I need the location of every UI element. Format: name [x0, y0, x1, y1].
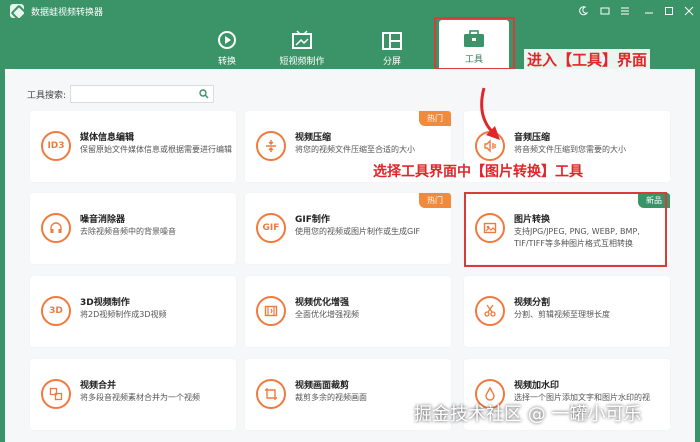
merge-icon: [41, 379, 71, 409]
tab-split-screen[interactable]: 分屏: [357, 22, 427, 70]
card-video-split[interactable]: 视频分割 分割、剪辑视频至理想长度: [464, 276, 670, 347]
gif-icon: GIF: [256, 213, 286, 243]
card-desc: 分割、剪辑视频至理想长度: [514, 310, 610, 319]
card-title: 媒体信息编辑: [80, 133, 135, 143]
crop-icon: [256, 379, 286, 409]
app-logo-icon: [10, 4, 24, 18]
card-desc: 将您的视频文件压缩至合适的大小: [295, 145, 415, 154]
card-gif-maker[interactable]: GIF GIF制作 使用您的视频或图片制作或生成GIF 热门: [245, 193, 451, 264]
enhance-icon: [256, 296, 286, 326]
search-label: 工具搜索:: [27, 90, 67, 101]
card-title: 视频合并: [80, 381, 117, 391]
image-convert-highlight: [464, 192, 667, 267]
card-media-info-edit[interactable]: ID3 媒体信息编辑 保留原始文件媒体信息或根据需要进行编辑: [30, 111, 236, 182]
card-desc: 将多段音视频素材合并为一个视频: [80, 393, 200, 402]
card-title: 视频画面裁剪: [295, 381, 350, 391]
card-title: 视频优化增强: [295, 298, 350, 308]
watermark-text: 掘金技术社区 @ 一罐小可乐: [414, 404, 642, 425]
title-bar: 数据蛙视频转换器: [0, 0, 700, 22]
compress-icon: [256, 131, 286, 161]
theme-icon[interactable]: [575, 3, 591, 19]
audio-compress-icon: [475, 131, 505, 161]
card-desc: 使用您的视频或图片制作或生成GIF: [295, 227, 421, 236]
card-video-merge[interactable]: 视频合并 将多段音视频素材合并为一个视频: [30, 359, 236, 430]
tab-convert[interactable]: 转换: [192, 22, 262, 70]
app-title: 数据蛙视频转换器: [31, 7, 104, 18]
id3-icon: ID3: [41, 131, 71, 161]
tool-search: 工具搜索:: [27, 85, 215, 106]
feedback-icon[interactable]: [597, 3, 613, 19]
card-title: 音频压缩: [514, 133, 551, 143]
hot-badge: 热门: [419, 193, 451, 208]
tab-label: 分屏: [382, 57, 401, 67]
split-screen-icon: [382, 32, 402, 50]
convert-icon: [218, 31, 236, 49]
video-making-icon: [292, 30, 312, 49]
hot-badge: 热门: [419, 111, 451, 126]
scissors-icon: [475, 296, 505, 326]
card-video-enhance[interactable]: 视频优化增强 全面优化增强视频: [245, 276, 451, 347]
tab-label: 转换: [217, 57, 236, 67]
card-desc: 保留原始文件媒体信息或根据需要进行编辑: [80, 145, 232, 154]
card-desc: 去除视频音频中的背景噪音: [80, 227, 176, 236]
3d-icon: 3D: [41, 296, 71, 326]
minimize-icon[interactable]: [641, 3, 657, 19]
annotation-enter-tools: 进入【工具】界面: [524, 49, 651, 70]
tools-tab-highlight: [434, 17, 515, 70]
card-title: 视频压缩: [295, 133, 332, 143]
search-input[interactable]: [71, 90, 192, 106]
card-title: 噪音消除器: [80, 215, 126, 225]
menu-icon[interactable]: [617, 3, 633, 19]
card-title: 视频加水印: [514, 381, 560, 391]
search-icon[interactable]: [199, 89, 209, 99]
maximize-icon[interactable]: [661, 3, 677, 19]
close-icon[interactable]: [681, 3, 697, 19]
tab-video-making[interactable]: 短视频制作: [267, 22, 337, 70]
tab-label: 短视频制作: [279, 57, 325, 67]
card-desc: 将音频文件压缩到您需要的大小: [514, 145, 626, 154]
card-desc: 全面优化增强视频: [295, 310, 359, 319]
headphone-icon: [41, 213, 71, 243]
search-box: [70, 85, 215, 106]
annotation-select-image: 选择工具界面中【图片转换】工具: [370, 161, 586, 181]
card-title: 视频分割: [514, 298, 551, 308]
card-title: GIF制作: [295, 215, 330, 225]
card-noise-remover[interactable]: 噪音消除器 去除视频音频中的背景噪音: [30, 193, 236, 264]
card-3d-video[interactable]: 3D 3D视频制作 将2D视频制作成3D视频: [30, 276, 236, 347]
card-title: 3D视频制作: [80, 298, 130, 308]
card-desc: 将2D视频制作成3D视频: [80, 310, 167, 319]
